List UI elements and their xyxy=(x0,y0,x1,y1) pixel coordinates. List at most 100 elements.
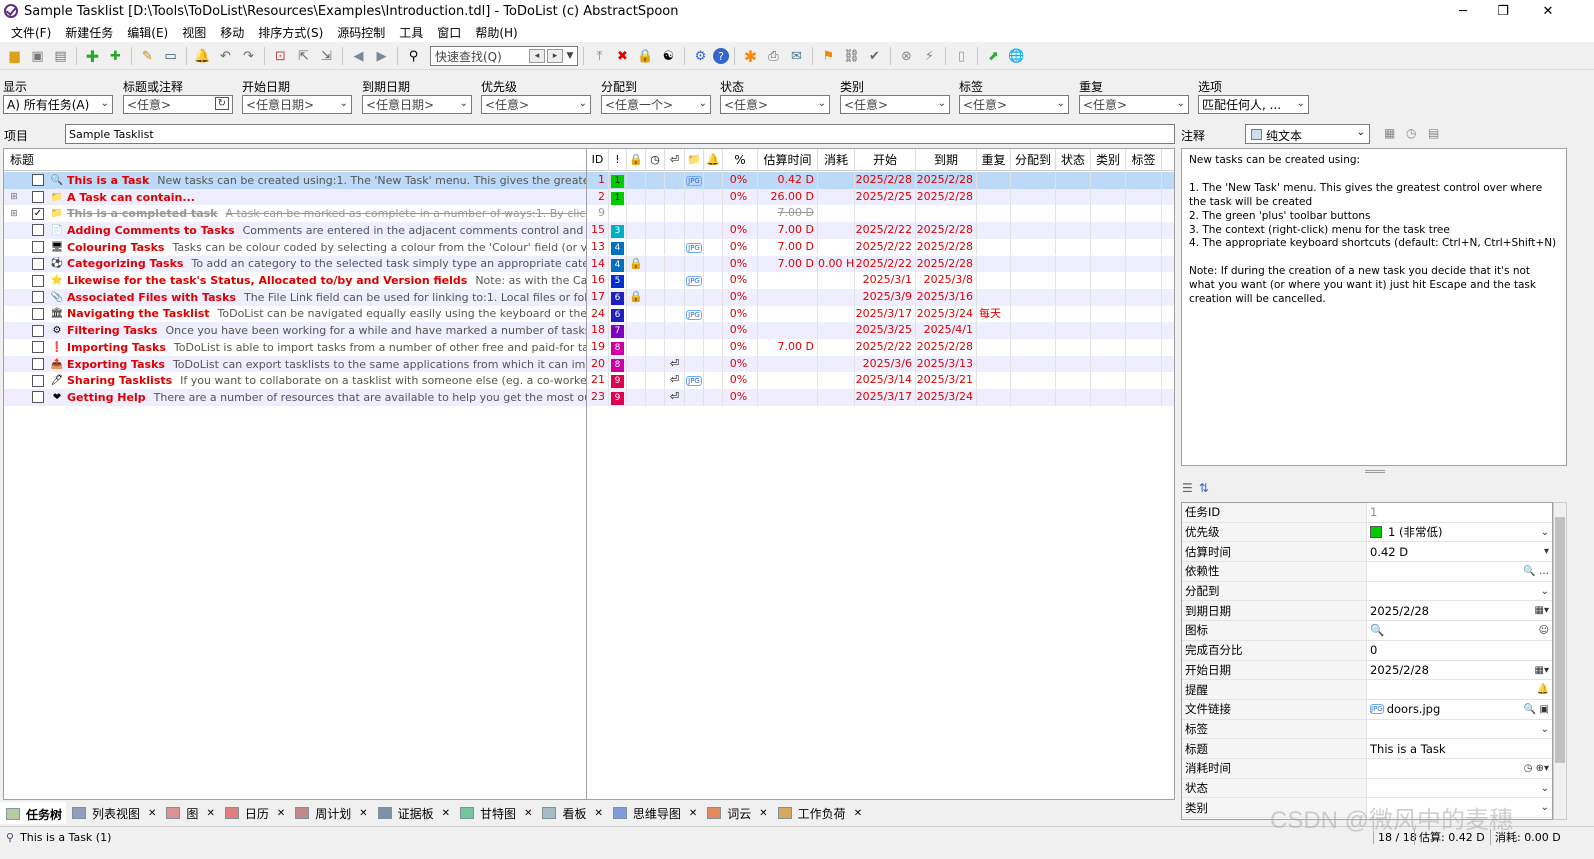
column-header-status[interactable]: 状态 xyxy=(1056,148,1091,171)
task-checkbox[interactable] xyxy=(32,291,44,304)
property-dropdown-button[interactable]: ☺ xyxy=(1539,622,1552,639)
comments-icon[interactable]: ▭ xyxy=(160,46,181,67)
save-all-icon[interactable]: ▤ xyxy=(50,46,71,67)
new-task-icon[interactable]: ✚ xyxy=(82,46,103,67)
close-button[interactable]: ✕ xyxy=(1525,0,1571,22)
task-checkbox[interactable] xyxy=(32,341,44,354)
filter-start-select[interactable]: <任意日期> ⌄ xyxy=(242,95,352,114)
property-row[interactable]: 文件链接 JPG doors.jpg 🔍 ▣ xyxy=(1182,699,1552,720)
task-row[interactable]: 🏛 Navigating the Tasklist ToDoList can be … xyxy=(4,306,586,323)
redo-icon[interactable]: ↷ xyxy=(238,46,259,67)
task-checkbox[interactable] xyxy=(32,257,44,270)
splitter-handle[interactable] xyxy=(1365,470,1385,473)
column-header-pct[interactable]: % xyxy=(723,148,758,171)
property-row[interactable]: 状态 ⌄ xyxy=(1182,778,1552,799)
jpg-file-icon[interactable]: JPG xyxy=(686,176,702,186)
tree-header[interactable]: 标题 xyxy=(4,149,586,171)
task-checkbox[interactable] xyxy=(32,274,44,287)
quick-find-input[interactable]: 快速查找(Q) xyxy=(435,48,527,65)
filter-status-select[interactable]: <任意> ⌄ xyxy=(720,95,830,114)
property-dropdown-button[interactable]: ▦▾ xyxy=(1535,602,1552,619)
settings-gear-icon[interactable]: ⚙ xyxy=(690,46,711,67)
property-value[interactable]: This is a Task xyxy=(1367,739,1552,758)
property-row[interactable]: 依赖性 🔍 … xyxy=(1182,562,1552,582)
view-tab[interactable]: 列表视图 ✕ xyxy=(66,802,160,824)
lightning-icon[interactable]: ⚡ xyxy=(919,46,940,67)
view-tab[interactable]: 思维导图 ✕ xyxy=(607,802,701,824)
forward-arrow-icon[interactable]: ▶ xyxy=(371,46,392,67)
property-dropdown-button[interactable]: 🔍 ▣ xyxy=(1524,701,1552,718)
menu-help[interactable]: 帮助(H) xyxy=(468,24,524,41)
property-row[interactable]: 图标 🔍 ☺ xyxy=(1182,621,1552,641)
filter-tag-select[interactable]: <任意> ⌄ xyxy=(959,95,1069,114)
save-icon[interactable]: ▣ xyxy=(27,46,48,67)
categorized-icon[interactable]: ☰ xyxy=(1182,481,1193,495)
green-arrow-icon[interactable]: ⬈ xyxy=(983,46,1004,67)
task-row[interactable]: 📤 Exporting Tasks ToDoList can export task… xyxy=(4,355,586,373)
scrollbar-thumb[interactable] xyxy=(1555,517,1565,763)
task-row-columns[interactable]: 2 1 0% 26.00 D 2025/2/25 2025/2/28 xyxy=(587,188,1174,206)
task-row-columns[interactable]: 13 4 JPG 0% 7.00 D 2025/2/22 2025/2/28 xyxy=(587,238,1174,256)
view-tab[interactable]: 词云 ✕ xyxy=(701,802,771,824)
task-checkbox[interactable] xyxy=(32,324,44,337)
property-value[interactable] xyxy=(1367,582,1552,601)
task-row[interactable]: ⊞ 📁 A Task can contain... xyxy=(4,188,586,206)
chevron-down-icon[interactable]: ▼ xyxy=(563,51,577,61)
column-header-prio[interactable]: ! xyxy=(609,148,627,171)
lock-icon[interactable]: 🔒 xyxy=(635,46,656,67)
task-checkbox[interactable] xyxy=(32,191,44,204)
property-value[interactable] xyxy=(1367,680,1552,699)
task-row[interactable]: ❤ Getting Help There are a number of resou… xyxy=(4,389,586,406)
tab-close-icon[interactable]: ✕ xyxy=(594,808,602,819)
tab-close-icon[interactable]: ✕ xyxy=(277,808,285,819)
task-row-columns[interactable]: 1 1 JPG 0% 0.42 D 2025/2/28 2025/2/28 xyxy=(587,172,1174,189)
task-row[interactable]: ⭐ Likewise for the task's Status, Allocat… xyxy=(4,272,586,289)
find-prev-icon[interactable]: ◂ xyxy=(529,49,545,63)
task-row[interactable]: ❗ Importing Tasks ToDoList is able to impo… xyxy=(4,339,586,356)
property-row[interactable]: 完成百分比 0 xyxy=(1182,640,1552,661)
menu-view[interactable]: 视图 xyxy=(175,24,213,41)
task-row[interactable]: 🖥 Colouring Tasks Tasks can be colour code… xyxy=(4,239,586,256)
property-row[interactable]: 开始日期 2025/2/28 ▦▾ xyxy=(1182,660,1552,681)
globe-icon[interactable]: 🌐 xyxy=(1006,46,1027,67)
task-checkbox[interactable] xyxy=(32,358,44,371)
property-value[interactable]: 0 xyxy=(1367,641,1552,660)
back-arrow-icon[interactable]: ◀ xyxy=(348,46,369,67)
flag-icon[interactable]: ⚑ xyxy=(818,46,839,67)
task-row-columns[interactable]: 9 7.00 D xyxy=(587,205,1174,223)
email-icon[interactable]: ✉ xyxy=(786,46,807,67)
jpg-file-icon[interactable]: JPG xyxy=(686,242,702,253)
property-dropdown-button[interactable]: ⌄ xyxy=(1541,721,1552,738)
help-icon[interactable]: ? xyxy=(713,48,729,64)
format-icon[interactable]: ▤ xyxy=(1428,126,1439,140)
tab-close-icon[interactable]: ✕ xyxy=(148,808,156,819)
tab-close-icon[interactable]: ✕ xyxy=(359,808,367,819)
property-dropdown-button[interactable]: 🔍 … xyxy=(1523,563,1552,580)
filter-due-select[interactable]: <任意日期> ⌄ xyxy=(362,95,472,114)
jpg-file-icon[interactable]: JPG xyxy=(686,309,702,320)
properties-scrollbar[interactable] xyxy=(1553,502,1567,820)
checkmark-icon[interactable]: ✔ xyxy=(864,46,885,67)
filter-priority-select[interactable]: <任意> ⌄ xyxy=(481,95,591,114)
property-value[interactable]: 2025/2/28 xyxy=(1367,601,1552,620)
property-value[interactable] xyxy=(1367,720,1552,739)
jpg-file-icon[interactable]: JPG xyxy=(686,376,702,387)
view-tab[interactable]: 图 ✕ xyxy=(160,802,218,824)
document-icon[interactable]: ▯ xyxy=(951,46,972,67)
property-row[interactable]: 标题 This is a Task xyxy=(1182,739,1552,759)
menu-source-control[interactable]: 源码控制 xyxy=(330,24,392,41)
notes-editor[interactable]: New tasks can be created using: 1. The '… xyxy=(1181,148,1567,466)
property-value[interactable] xyxy=(1367,779,1552,798)
clock-icon[interactable]: ◷ xyxy=(1406,126,1416,140)
property-row[interactable]: 提醒 🔔 xyxy=(1182,680,1552,700)
view-tab[interactable]: 任务树 xyxy=(0,802,67,824)
property-row[interactable]: 消耗时间 ◷ ⊕▾ xyxy=(1182,758,1552,779)
task-row-columns[interactable]: 24 6 JPG 0% 2025/3/17 2025/3/24 每天 xyxy=(587,305,1174,323)
property-dropdown-button[interactable]: ◷ ⊕▾ xyxy=(1524,760,1552,777)
menu-move[interactable]: 移动 xyxy=(213,24,251,41)
filter-allocated-select[interactable]: <任意一个> ⌄ xyxy=(601,95,711,114)
new-subtask-icon[interactable]: ✚ xyxy=(105,46,126,67)
column-header-alloc[interactable]: 分配到 xyxy=(1011,148,1056,171)
menu-sort[interactable]: 排序方式(S) xyxy=(251,24,330,41)
column-header-est[interactable]: 估算时间 xyxy=(758,148,818,171)
